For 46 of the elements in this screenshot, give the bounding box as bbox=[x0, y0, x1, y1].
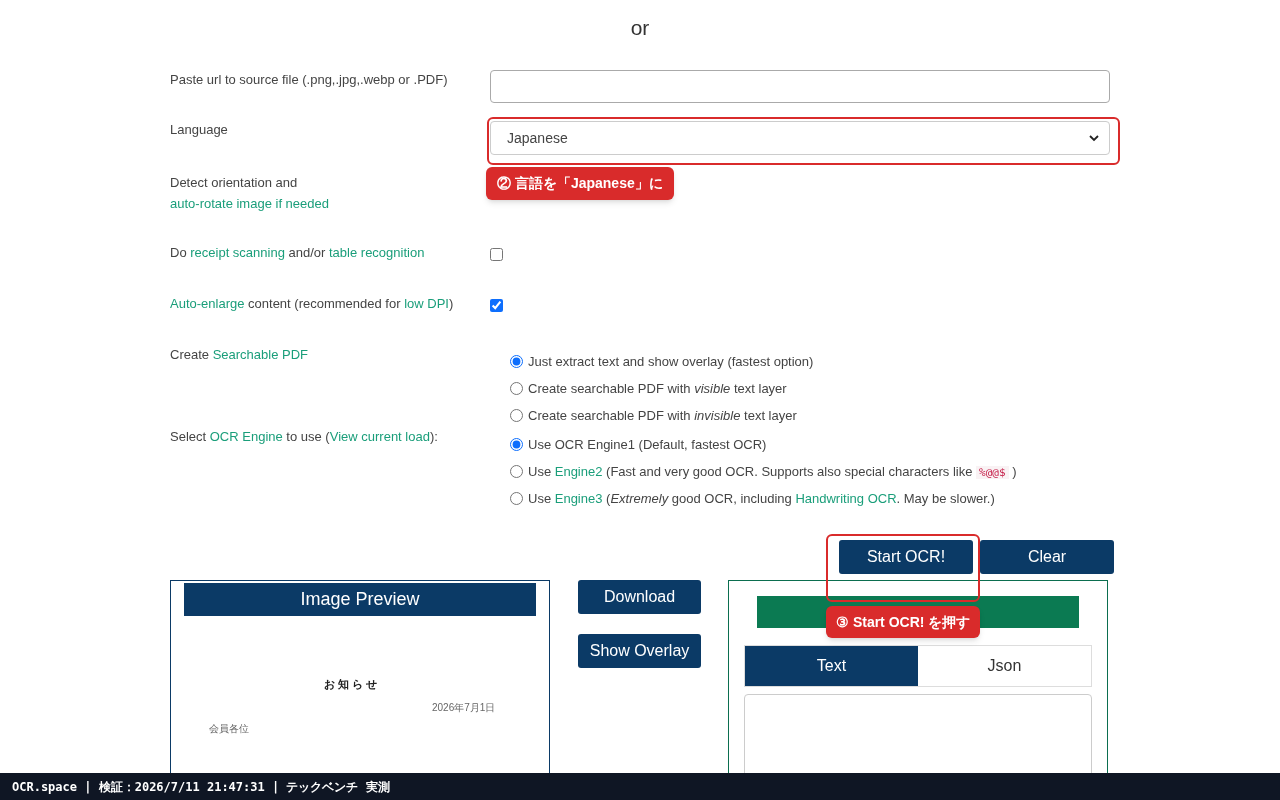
radio-button[interactable] bbox=[510, 409, 523, 422]
tab[interactable]: Text bbox=[745, 645, 918, 686]
option-label[interactable]: Create searchable PDF with invisible text layer bbox=[528, 405, 797, 426]
document-heading: お 知 ら せ bbox=[324, 677, 378, 692]
option-label[interactable]: Create searchable PDF with visible text layer bbox=[528, 378, 787, 399]
radio-button[interactable] bbox=[510, 492, 523, 505]
field-label: Do receipt scanning and/or table recognition bbox=[170, 244, 426, 262]
radio-button[interactable] bbox=[510, 382, 523, 395]
link[interactable]: low DPI bbox=[404, 296, 449, 311]
chevron-down-icon bbox=[1089, 134, 1099, 142]
panel-header: Image Preview bbox=[184, 583, 536, 616]
radio-button[interactable] bbox=[510, 438, 523, 451]
link[interactable]: receipt scanning bbox=[190, 245, 285, 260]
url-input[interactable] bbox=[490, 70, 1110, 103]
language-dropdown[interactable]: Japanese bbox=[490, 121, 1110, 155]
option-label[interactable]: Use OCR Engine1 (Default, fastest OCR) bbox=[528, 434, 767, 455]
link[interactable]: Searchable PDF bbox=[212, 347, 309, 362]
option-label[interactable]: Use Engine2 (Fast and very good OCR. Supports also special characters like %@@$ ) bbox=[528, 461, 1017, 482]
radio-button[interactable] bbox=[510, 465, 523, 478]
option-label[interactable]: Just extract text and show overlay (fastest option) bbox=[528, 351, 814, 372]
option-label[interactable]: Use Engine3 (Extremely good OCR, including Handwriting OCR. May be slower.) bbox=[528, 488, 995, 509]
field-label: Detect orientation and auto-rotate image if needed bbox=[170, 174, 330, 213]
checkbox[interactable] bbox=[490, 299, 503, 312]
link[interactable]: Auto-enlarge bbox=[170, 296, 245, 311]
link[interactable]: table recognition bbox=[329, 245, 425, 260]
link[interactable]: View current load bbox=[329, 429, 430, 444]
field-label: Paste url to source file (.png,.jpg,.webp or .PDF) bbox=[170, 71, 449, 89]
callout-label: ③ Start OCR! を押す bbox=[826, 606, 981, 638]
clear-button[interactable]: Clear bbox=[980, 540, 1114, 574]
download-button[interactable]: Download bbox=[578, 580, 701, 614]
field-label: Language bbox=[170, 121, 229, 139]
callout-label: ② 言語を「Japanese」に bbox=[486, 167, 674, 200]
document-date: 2026年7月1日 bbox=[432, 701, 496, 715]
field-label: Auto-enlarge content (recommended for low DPI) bbox=[170, 295, 455, 313]
divider-text: or bbox=[630, 15, 650, 42]
status-text: OCR.space | 検証：2026/7/11 21:47:31 | テックベンチ 実測 bbox=[12, 778, 390, 796]
link[interactable]: Handwriting OCR bbox=[795, 490, 897, 506]
overlay-button[interactable]: Show Overlay bbox=[578, 634, 701, 668]
code-snippet: %@@$ bbox=[976, 465, 1009, 479]
field-label: Select OCR Engine to use (View current load): bbox=[170, 428, 439, 446]
field-label: Create Searchable PDF bbox=[170, 346, 310, 364]
checkbox[interactable] bbox=[490, 248, 503, 261]
radio-button[interactable] bbox=[510, 355, 523, 368]
start-button[interactable]: Start OCR! bbox=[839, 540, 973, 574]
document-text: 会員各位 bbox=[209, 722, 249, 736]
link[interactable]: auto-rotate image if needed bbox=[170, 196, 329, 211]
